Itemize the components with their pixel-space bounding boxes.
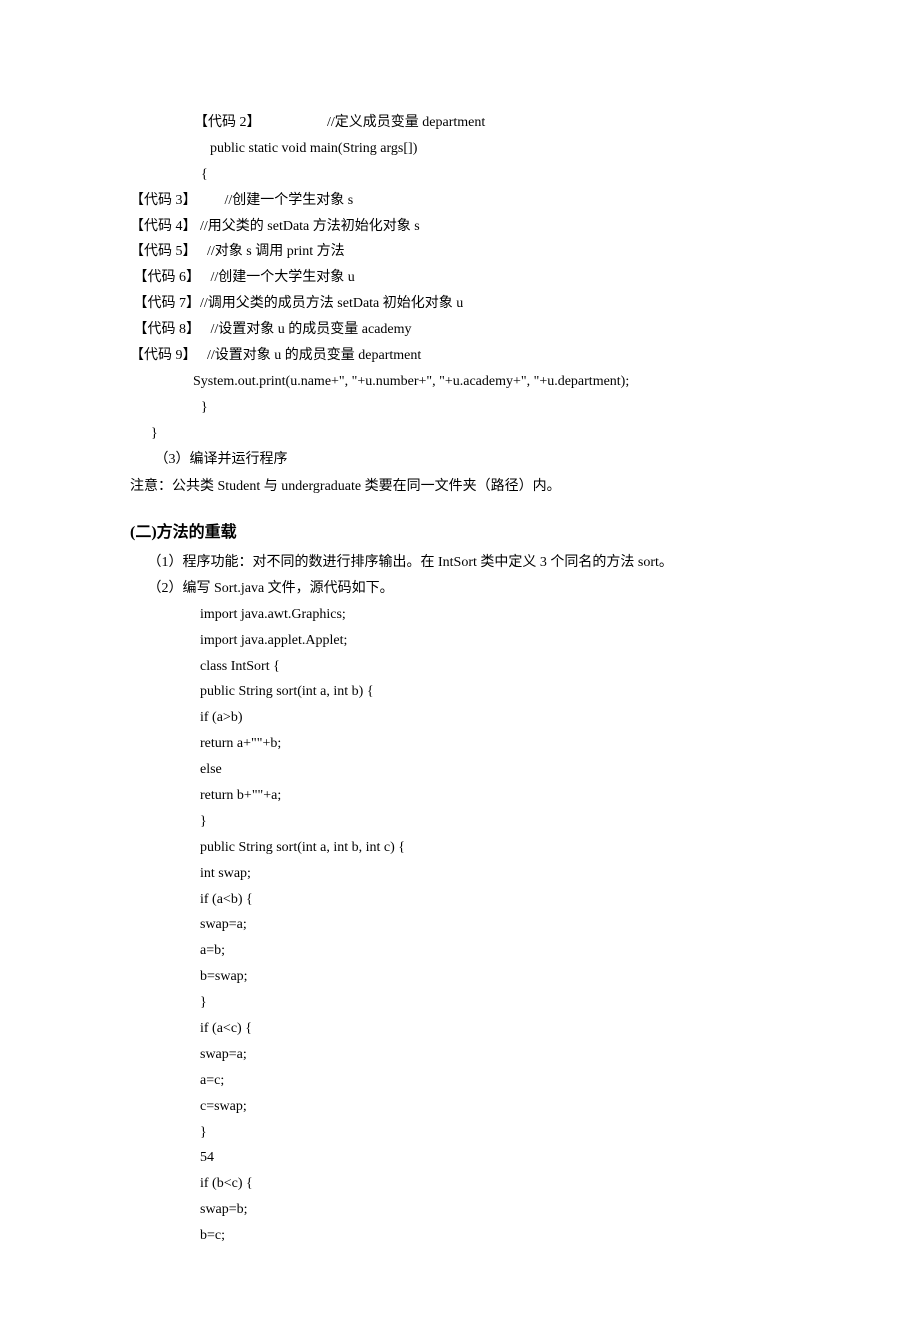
text-line: swap=b; (130, 1197, 790, 1223)
text-line: public static void main(String args[]) (130, 136, 790, 162)
text-line: return b+""+a; (130, 783, 790, 809)
text-line: } (130, 990, 790, 1016)
document-page: 【代码 2】 //定义成员变量 departmentpublic static … (0, 0, 920, 1329)
text-line: c=swap; (130, 1094, 790, 1120)
text-line: swap=a; (130, 1042, 790, 1068)
text-line: { (130, 162, 790, 188)
text-line: if (b<c) { (130, 1171, 790, 1197)
text-line: 54 (130, 1145, 790, 1171)
text-line: （2）编写 Sort.java 文件，源代码如下。 (130, 576, 790, 602)
text-line: 注意：公共类 Student 与 undergraduate 类要在同一文件夹（… (130, 474, 790, 500)
text-line: 【代码 3】 //创建一个学生对象 s (130, 188, 790, 214)
text-line: return a+""+b; (130, 731, 790, 757)
text-line: 【代码 9】 //设置对象 u 的成员变量 department (130, 343, 790, 369)
text-line: import java.awt.Graphics; (130, 602, 790, 628)
text-line: swap=a; (130, 912, 790, 938)
text-line: int swap; (130, 861, 790, 887)
text-line: } (130, 395, 790, 421)
text-line: } (130, 809, 790, 835)
text-line: System.out.print(u.name+", "+u.number+",… (130, 369, 790, 395)
text-line: 【代码 6】 //创建一个大学生对象 u (130, 265, 790, 291)
text-line: b=swap; (130, 964, 790, 990)
text-line: else (130, 757, 790, 783)
text-line: } (130, 421, 790, 447)
text-line: a=c; (130, 1068, 790, 1094)
text-line: （3）编译并运行程序 (130, 447, 790, 473)
text-line: if (a<b) { (130, 887, 790, 913)
text-line: if (a>b) (130, 705, 790, 731)
text-line: 【代码 2】 //定义成员变量 department (130, 110, 790, 136)
text-line: } (130, 1120, 790, 1146)
text-line: if (a<c) { (130, 1016, 790, 1042)
text-line: public String sort(int a, int b) { (130, 679, 790, 705)
text-line: （1）程序功能：对不同的数进行排序输出。在 IntSort 类中定义 3 个同名… (130, 550, 790, 576)
text-line: 【代码 7】//调用父类的成员方法 setData 初始化对象 u (130, 291, 790, 317)
text-line: 【代码 4】 //用父类的 setData 方法初始化对象 s (130, 214, 790, 240)
text-line: import java.applet.Applet; (130, 628, 790, 654)
text-line: 【代码 5】 //对象 s 调用 print 方法 (130, 239, 790, 265)
text-line: class IntSort { (130, 654, 790, 680)
text-line: a=b; (130, 938, 790, 964)
section-heading: (二)方法的重载 (130, 518, 790, 548)
text-line: b=c; (130, 1223, 790, 1249)
text-line: public String sort(int a, int b, int c) … (130, 835, 790, 861)
text-line: 【代码 8】 //设置对象 u 的成员变量 academy (130, 317, 790, 343)
